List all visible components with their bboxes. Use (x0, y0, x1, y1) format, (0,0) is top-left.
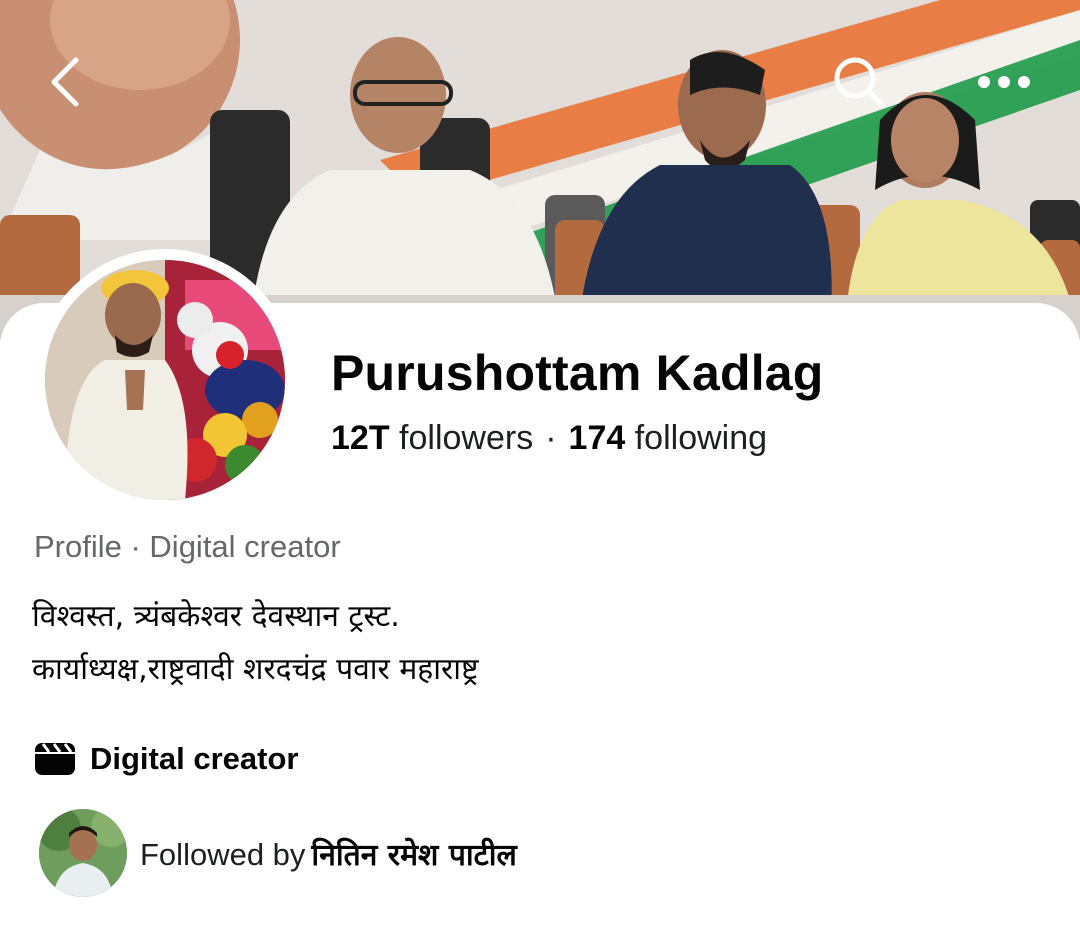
profile-category: Profile · Digital creator (34, 529, 341, 564)
followers-count: 12T (331, 419, 390, 457)
mutual-followers-row[interactable]: Followed by नितिन रमेश पाटील (39, 809, 517, 897)
profile-avatar-image (45, 260, 285, 500)
back-button[interactable] (30, 50, 100, 114)
more-options-button[interactable] (966, 50, 1042, 114)
profile-bio: विश्वस्त, त्र्यंबकेश्वर देवस्थान ट्रस्ट.… (32, 590, 479, 696)
following-count: 174 (568, 419, 626, 457)
profile-avatar[interactable] (45, 260, 285, 500)
profile-name: Purushottam Kadlag (331, 345, 824, 401)
mutual-follower-avatar[interactable] (39, 809, 127, 897)
followers-label: followers (399, 419, 534, 457)
chevron-left-icon (51, 57, 79, 107)
profile-screen: Purushottam Kadlag 12T followers · 174 fol… (0, 0, 1080, 930)
mutual-follower-name[interactable]: नितिन रमेश पाटील (311, 838, 516, 873)
bio-line: विश्वस्त, त्र्यंबकेश्वर देवस्थान ट्रस्ट. (32, 599, 400, 634)
search-button[interactable] (822, 50, 896, 114)
clapperboard-icon (35, 743, 75, 775)
following-link[interactable]: 174 following (569, 419, 768, 457)
followed-by-text: Followed by नितिन रमेश पाटील (140, 833, 517, 874)
stats-separator: · (545, 419, 557, 457)
search-icon (834, 57, 885, 108)
followers-link[interactable]: 12T followers (331, 419, 533, 457)
followed-by-prefix: Followed by (140, 836, 306, 872)
more-horizontal-icon (978, 76, 1030, 88)
bio-line: कार्याध्यक्ष,राष्ट्रवादी शरदचंद्र पवार म… (32, 652, 479, 687)
profile-stats: 12T followers · 174 following (331, 419, 767, 458)
creator-label: Digital creator (90, 741, 299, 776)
creator-badge-row: Digital creator (34, 737, 298, 781)
mutual-follower-avatar-image (39, 809, 127, 897)
following-label: following (634, 419, 768, 457)
